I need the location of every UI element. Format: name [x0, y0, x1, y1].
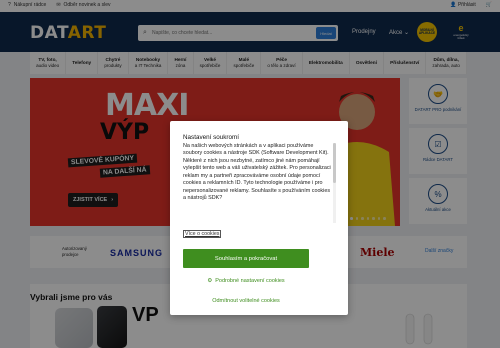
dialog-title: Nastavení soukromí [183, 134, 239, 141]
dialog-body: Na našich webových stránkách a v aplikac… [183, 143, 331, 202]
settings-icon: ⚙ [207, 278, 213, 284]
dialog-scrollbar[interactable] [333, 143, 336, 223]
accept-cookies-button[interactable]: Souhlasím a pokračovat [183, 249, 309, 268]
cookie-settings-button[interactable]: ⚙ Podrobné nastavení cookies [183, 274, 309, 288]
more-about-cookies-link[interactable]: Více o cookies [183, 230, 222, 238]
cookie-consent-dialog: Nastavení soukromí Na našich webových st… [170, 121, 348, 315]
reject-cookies-button[interactable]: Odmítnout volitelné cookies [183, 294, 309, 308]
